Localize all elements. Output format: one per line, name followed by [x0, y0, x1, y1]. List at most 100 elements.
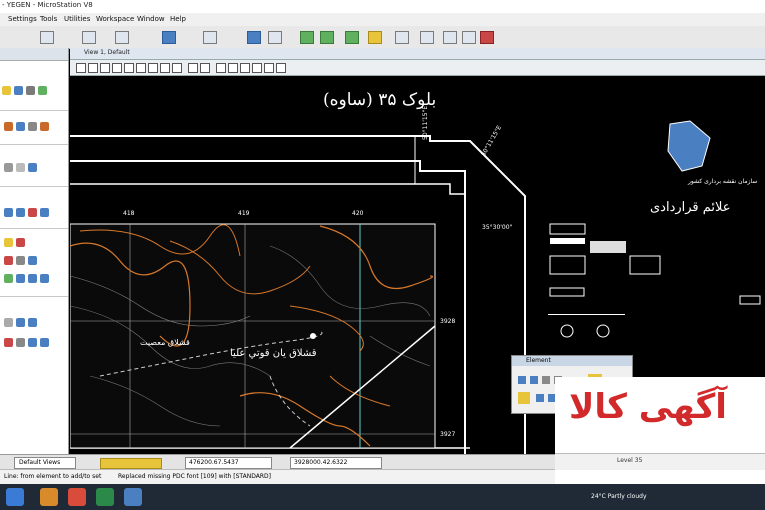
menu-tools[interactable]: Tools: [40, 15, 57, 23]
x-coordinate-field[interactable]: 476200.67.5437: [185, 457, 272, 469]
fence-icon[interactable]: [268, 31, 282, 44]
menu-utilities[interactable]: Utilities: [64, 15, 90, 23]
render-icon[interactable]: [345, 31, 359, 44]
trim-tool-icon[interactable]: [16, 274, 25, 283]
camera-icon[interactable]: [252, 63, 262, 73]
microstation-taskbar-icon[interactable]: [124, 488, 142, 506]
text-tool-icon[interactable]: [4, 238, 13, 247]
measure-icon[interactable]: [395, 31, 409, 44]
point-tool-icon[interactable]: [38, 86, 47, 95]
ellipse-tool-icon[interactable]: [16, 163, 25, 172]
attributes-icon[interactable]: [203, 31, 217, 44]
change-tool-icon[interactable]: [40, 338, 49, 347]
attribute-tool-icon[interactable]: [16, 338, 25, 347]
element-tool-icon[interactable]: [518, 376, 526, 384]
level-display-icon[interactable]: [240, 63, 250, 73]
view-attributes-icon[interactable]: [200, 63, 210, 73]
update-view-icon[interactable]: [76, 63, 86, 73]
raster-icon[interactable]: [300, 31, 314, 44]
info-icon[interactable]: [443, 31, 457, 44]
modify-tool-icon[interactable]: [4, 274, 13, 283]
cell-tool-icon[interactable]: [4, 256, 13, 265]
new-file-icon[interactable]: [40, 31, 54, 44]
legend-symbol: [548, 314, 588, 315]
element-tool-icon[interactable]: [536, 394, 544, 402]
view-title: View 1, Default: [84, 49, 130, 56]
chrome-icon[interactable]: [68, 488, 86, 506]
save-icon[interactable]: [115, 31, 129, 44]
view-previous-icon[interactable]: [160, 63, 170, 73]
watermark-text: آگهی کالا: [569, 387, 727, 427]
delete-icon[interactable]: [480, 31, 494, 44]
menu-help[interactable]: Help: [170, 15, 186, 23]
walk-icon[interactable]: [264, 63, 274, 73]
element-dialog-title: Element: [526, 357, 551, 364]
element-tool-icon[interactable]: [530, 376, 538, 384]
extend-tool-icon[interactable]: [28, 274, 37, 283]
y-coordinate-field[interactable]: 3928000.42.6322: [290, 457, 382, 469]
separator: [0, 186, 68, 187]
pattern-tool-icon[interactable]: [16, 256, 25, 265]
line-tool-icon[interactable]: [4, 122, 13, 131]
delete-tool-icon[interactable]: [4, 338, 13, 347]
copy-tool-icon[interactable]: [4, 208, 13, 217]
start-icon[interactable]: [6, 488, 24, 506]
fillet-tool-icon[interactable]: [40, 274, 49, 283]
drop-tool-icon[interactable]: [16, 318, 25, 327]
view-selector[interactable]: Default Views: [14, 457, 76, 469]
fill-tool-icon[interactable]: [28, 256, 37, 265]
view-icon[interactable]: [247, 31, 261, 44]
circle-tool-icon[interactable]: [4, 163, 13, 172]
excel-icon[interactable]: [96, 488, 114, 506]
move-tool-icon[interactable]: [16, 208, 25, 217]
dimension-tool-icon[interactable]: [16, 238, 25, 247]
zoom-out-icon[interactable]: [100, 63, 110, 73]
pan-view-icon[interactable]: [148, 63, 158, 73]
separator: [0, 228, 68, 229]
rotate-tool-icon[interactable]: [28, 208, 37, 217]
match-tool-icon[interactable]: [28, 338, 37, 347]
view-next-icon[interactable]: [172, 63, 182, 73]
group-tool-icon[interactable]: [4, 318, 13, 327]
file-explorer-icon[interactable]: [40, 488, 58, 506]
copy-view-icon[interactable]: [188, 63, 198, 73]
curve-tool-icon[interactable]: [40, 122, 49, 131]
element-selection-icon[interactable]: [2, 86, 11, 95]
open-icon[interactable]: [82, 31, 96, 44]
menu-workspace[interactable]: Workspace: [96, 15, 134, 23]
measure-tool-icon[interactable]: [26, 86, 35, 95]
render-view-icon[interactable]: [276, 63, 286, 73]
zoom-in-icon[interactable]: [88, 63, 98, 73]
view-toggle-strip[interactable]: [100, 458, 162, 469]
arc-tool-icon[interactable]: [28, 163, 37, 172]
legend-symbol: [549, 223, 586, 235]
main-toolbar: [0, 26, 765, 49]
view-window-header: View 1, Default: [70, 48, 765, 60]
multiline-tool-icon[interactable]: [28, 122, 37, 131]
view-selector-label: Default Views: [19, 459, 61, 466]
tool-panel-header: [0, 48, 68, 61]
level-icon[interactable]: [162, 31, 176, 44]
scale-tool-icon[interactable]: [40, 208, 49, 217]
element-tool-icon[interactable]: [518, 392, 530, 404]
analyze-icon[interactable]: [420, 31, 434, 44]
help-icon[interactable]: [462, 31, 476, 44]
fence-tool-icon[interactable]: [14, 86, 23, 95]
separator: [0, 144, 68, 145]
menu-settings[interactable]: Settings: [8, 15, 37, 23]
element-tool-icon[interactable]: [542, 376, 550, 384]
rotate-view-icon[interactable]: [136, 63, 146, 73]
system-tray: 24°C Partly cloudy: [555, 484, 765, 510]
x-coordinate-value: 476200.67.5437: [189, 459, 239, 466]
window-area-icon[interactable]: [112, 63, 122, 73]
pencil-icon[interactable]: [368, 31, 382, 44]
menu-window[interactable]: Window: [137, 15, 165, 23]
fit-view-icon[interactable]: [124, 63, 134, 73]
legend-symbol: [629, 255, 661, 275]
solid-tool-icon[interactable]: [28, 318, 37, 327]
weather-status: 24°C Partly cloudy: [591, 493, 647, 500]
reference-icon[interactable]: [320, 31, 334, 44]
polyline-tool-icon[interactable]: [16, 122, 25, 131]
display-style-icon[interactable]: [216, 63, 226, 73]
clip-volume-icon[interactable]: [228, 63, 238, 73]
